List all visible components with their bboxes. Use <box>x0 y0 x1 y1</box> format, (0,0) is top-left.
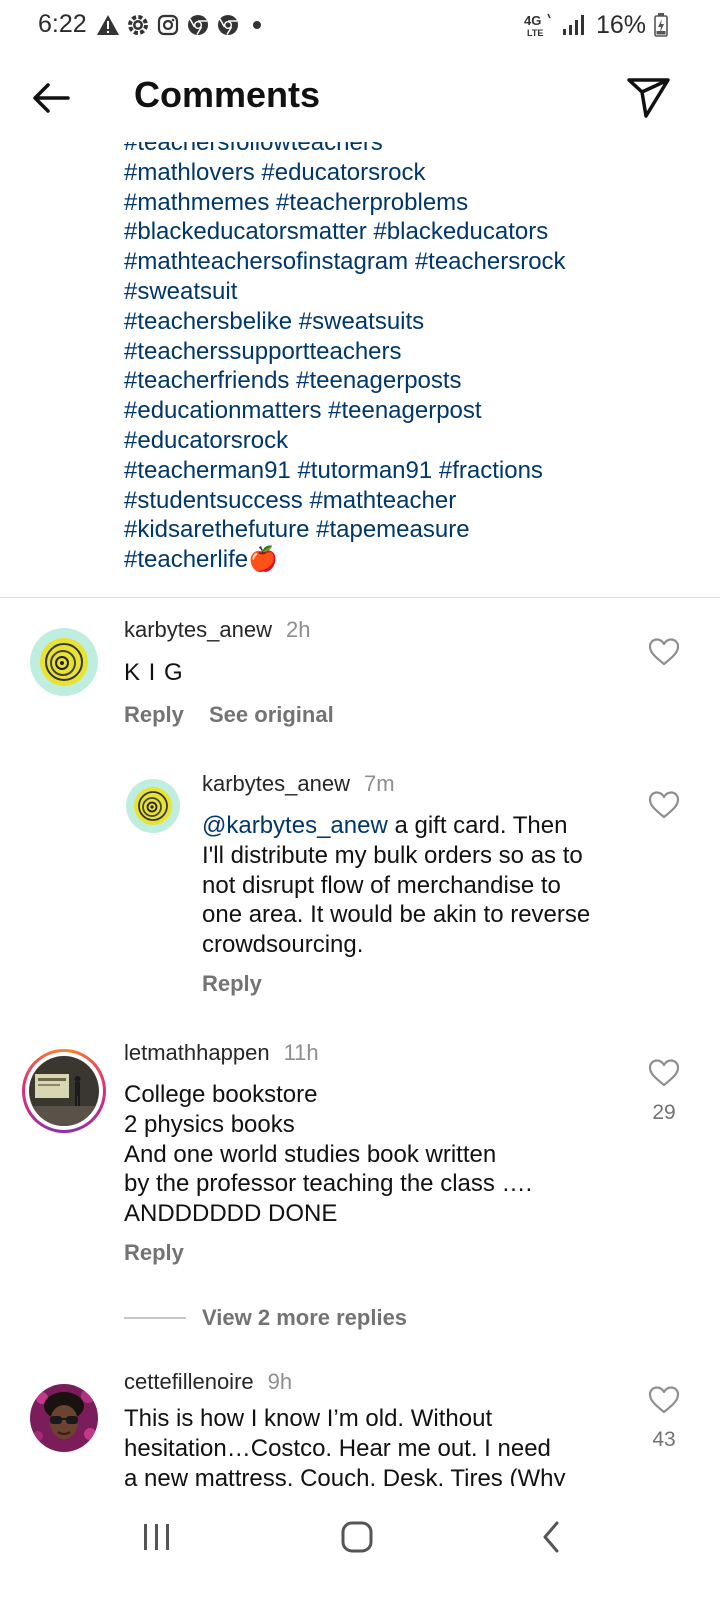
comment-text-line: hesitation…Costco. Hear me out. I need <box>124 1434 551 1462</box>
avatar-story-ring[interactable] <box>22 1049 106 1133</box>
reply-time: 7m <box>363 771 395 796</box>
caption-container: #teachersfollowteachers #mathlovers #edu… <box>0 142 720 576</box>
reply-button[interactable]: Reply <box>124 1240 184 1266</box>
comment-text-clip: This is how I know I’m old. Without hesi… <box>0 1404 720 1486</box>
comment-time: 9h <box>267 1369 293 1394</box>
reply-text: @karbytes_anew a gift card. Then I'll di… <box>202 811 632 960</box>
heart-icon <box>648 1386 680 1414</box>
comment-time: 11h <box>283 1040 319 1065</box>
hashtag-line[interactable]: #teacherman91 #tutorman91 #fractions <box>124 456 684 486</box>
comment-text: K I G <box>124 659 184 686</box>
comment-header: cettefillenoire 9h <box>124 1369 292 1395</box>
chrome-icon <box>188 15 208 35</box>
status-time: 6:22 <box>38 10 87 38</box>
nav-back-button[interactable] <box>540 1520 562 1559</box>
status-system-icons: 4G LTE 16% <box>524 10 668 40</box>
reply-text-line: one area. It would be akin to reverse <box>202 901 591 929</box>
reply-header: karbytes_anew 7m <box>202 771 395 797</box>
reply-button[interactable]: Reply <box>124 702 184 728</box>
settings-icon <box>128 15 148 35</box>
avatar-image <box>30 628 98 696</box>
back-icon <box>543 1521 559 1553</box>
arrow-left-icon <box>33 83 70 113</box>
view-replies-line <box>124 1317 186 1319</box>
heart-icon <box>648 1059 680 1087</box>
avatar-image <box>126 779 180 833</box>
like-button[interactable] <box>648 790 680 825</box>
dot-icon <box>253 21 261 29</box>
hashtag-line[interactable]: #educationmatters #teenagerpost <box>124 396 684 426</box>
svg-text:LTE: LTE <box>527 28 543 38</box>
comment-text-line: College bookstore <box>124 1081 318 1108</box>
status-notification-icons <box>96 10 268 40</box>
svg-text:4G: 4G <box>524 13 541 28</box>
instagram-icon <box>157 14 179 36</box>
comment-text: This is how I know I’m old. Without hesi… <box>124 1404 604 1486</box>
recent-apps-icon <box>144 1524 169 1550</box>
hashtag-line[interactable]: #kidsarethefuture #tapemeasure <box>124 515 684 545</box>
heart-icon <box>648 638 680 666</box>
view-more-replies-button[interactable]: View 2 more replies <box>202 1305 407 1331</box>
comment-time: 2h <box>285 617 311 642</box>
comment-text-line: by the professor teaching the class …. <box>124 1170 533 1198</box>
hashtag-line[interactable]: #sweatsuit <box>124 277 684 307</box>
see-original-button[interactable]: See original <box>209 702 334 728</box>
comment-text-line: ANDDDDDD DONE <box>124 1200 338 1228</box>
battery-percent: 16% <box>595 10 646 39</box>
alert-icon <box>97 15 119 35</box>
caption-hashtags: #teachersfollowteachers #mathlovers #edu… <box>124 142 684 575</box>
comment-text-line: a new mattress. Couch. Desk. Tires (Why <box>124 1464 566 1486</box>
home-button[interactable] <box>340 1520 374 1559</box>
hashtag-line[interactable]: #mathteachersofinstagram #teachersrock <box>124 247 684 277</box>
reply-text-line: not disrupt flow of merchandise to <box>202 871 561 899</box>
like-count: 43 <box>652 1428 676 1451</box>
comment-username[interactable]: karbytes_anew <box>124 617 272 642</box>
hashtag-line[interactable]: #teachersbelike #sweatsuits <box>124 307 684 337</box>
signal-icon <box>562 15 584 35</box>
hashtag-line[interactable]: #mathlovers #educatorsrock <box>124 158 684 188</box>
network-4g-lte-icon: 4GLTE <box>524 13 551 38</box>
reply-text-line: crowdsourcing. <box>202 931 364 959</box>
hashtag-line[interactable]: #studentsuccess #mathteacher <box>124 486 684 516</box>
like-count: 29 <box>652 1101 676 1124</box>
hashtag-line[interactable]: #teacherssupportteachers <box>124 337 684 367</box>
comment-header: karbytes_anew 2h <box>124 617 310 643</box>
recent-apps-button[interactable] <box>140 1522 174 1557</box>
mention-link[interactable]: @karbytes_anew <box>202 812 388 839</box>
home-icon <box>341 1521 373 1553</box>
hashtag-line[interactable]: #teacherlife🍎 <box>124 545 684 575</box>
comment-text-line: And one world studies book written <box>124 1140 497 1168</box>
like-button[interactable] <box>648 1385 680 1420</box>
reply-avatar[interactable] <box>126 779 180 833</box>
comment-header: letmathhappen 11h <box>124 1040 319 1066</box>
avatar-image <box>29 1056 99 1126</box>
page-title: Comments <box>134 74 321 115</box>
hashtag-line[interactable]: #teacherfriends #teenagerposts <box>124 366 684 396</box>
comment-username[interactable]: cettefillenoire <box>124 1369 254 1394</box>
hashtag-line[interactable]: #educatorsrock <box>124 426 684 456</box>
system-nav-bar <box>0 1486 720 1600</box>
heart-icon <box>648 791 680 819</box>
hashtag-line[interactable]: #teachersfollowteachers <box>124 142 684 158</box>
hashtag-line[interactable]: #mathmemes #teacherproblems <box>124 188 684 218</box>
comment-username[interactable]: letmathhappen <box>124 1040 270 1065</box>
like-button[interactable] <box>648 637 680 672</box>
share-button[interactable] <box>624 72 672 120</box>
reply-text-line: a gift card. Then <box>387 812 568 839</box>
reply-username[interactable]: karbytes_anew <box>202 771 350 796</box>
hashtag-line[interactable]: #blackeducatorsmatter #blackeducators <box>124 217 684 247</box>
avatar[interactable] <box>30 628 98 696</box>
comment-text-line: This is how I know I’m old. Without <box>124 1405 493 1432</box>
comment-text-line: 2 physics books <box>124 1110 295 1138</box>
comment-text: College bookstore 2 physics books And on… <box>124 1080 604 1229</box>
chrome-icon <box>218 15 238 35</box>
reply-text-line: I'll distribute my bulk orders so as to <box>202 841 583 869</box>
reply-button[interactable]: Reply <box>202 971 262 997</box>
like-button[interactable] <box>648 1058 680 1093</box>
send-icon <box>627 78 670 118</box>
back-button[interactable] <box>28 74 76 122</box>
caption-divider <box>0 597 720 598</box>
battery-charging-icon <box>654 13 668 37</box>
